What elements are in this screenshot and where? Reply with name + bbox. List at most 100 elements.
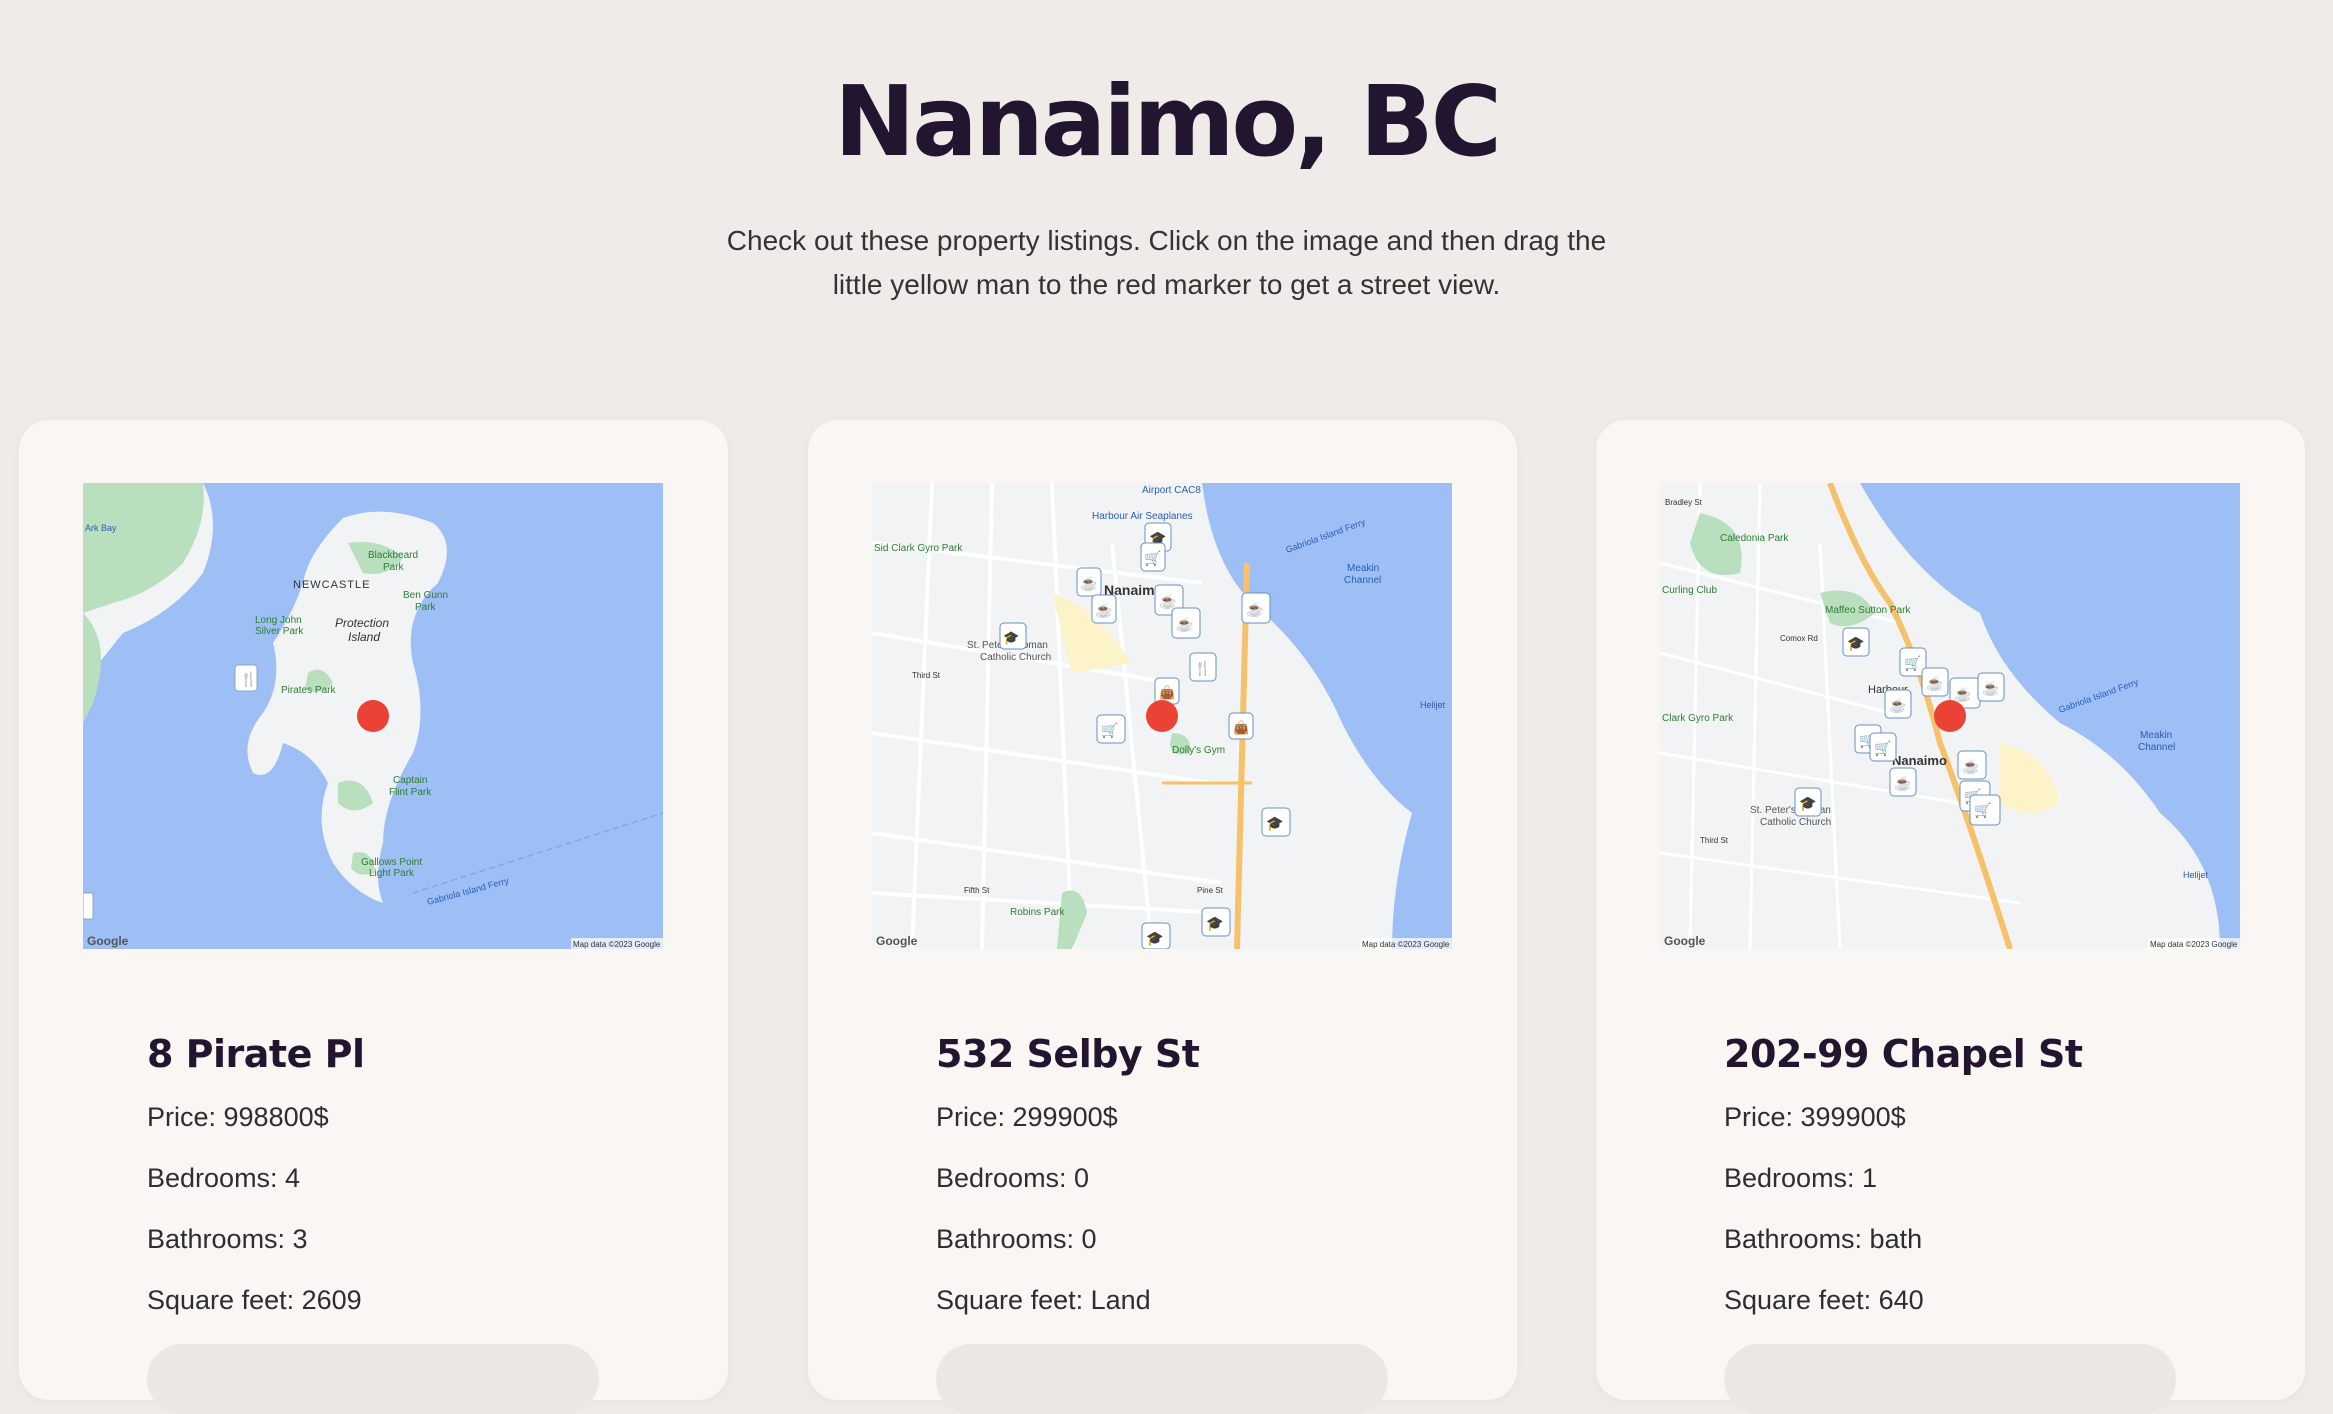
svg-text:Meakin: Meakin (1347, 563, 1379, 574)
google-logo: Google (1664, 934, 1706, 948)
svg-text:Curling Club: Curling Club (1662, 585, 1717, 596)
svg-text:🛒: 🛒 (1101, 722, 1118, 739)
svg-text:🛒: 🛒 (1874, 740, 1891, 757)
red-marker-icon (1934, 700, 1966, 732)
svg-text:Helijet: Helijet (1420, 700, 1446, 710)
svg-text:Blackbeard: Blackbeard (368, 550, 418, 561)
svg-text:Airport CAC8: Airport CAC8 (1142, 485, 1201, 496)
svg-text:Map data ©2023 Google: Map data ©2023 Google (1362, 940, 1450, 949)
map-image[interactable]: NEWCASTLE Blackbeard Park Ben Gunn Park … (83, 483, 663, 949)
svg-text:🎓: 🎓 (1003, 630, 1019, 645)
listing-bedrooms: Bedrooms: 1 (1724, 1163, 1878, 1193)
svg-text:Ben Gunn: Ben Gunn (403, 590, 448, 601)
svg-text:🍴: 🍴 (1194, 660, 1211, 677)
listing-map[interactable]: Bradley St Caledonia Park Curling Club M… (1660, 483, 2240, 949)
listing-sqft: Square feet: Land (936, 1285, 1151, 1315)
svg-text:Fifth St: Fifth St (964, 886, 990, 895)
red-marker-icon (357, 700, 389, 732)
svg-text:Captain: Captain (393, 775, 427, 786)
header: Nanaimo, BC Check out these property lis… (0, 0, 2333, 307)
svg-text:☕: ☕ (1159, 592, 1176, 610)
svg-text:🎓: 🎓 (1799, 795, 1816, 812)
listing-action-button[interactable] (147, 1344, 599, 1414)
svg-text:Light Park: Light Park (369, 868, 415, 879)
svg-text:Park: Park (383, 562, 405, 573)
listing-address: 8 Pirate Pl (147, 1032, 365, 1076)
svg-text:🛒: 🛒 (1974, 802, 1991, 819)
svg-text:Pine St: Pine St (1197, 886, 1224, 895)
svg-text:☕: ☕ (1889, 696, 1906, 714)
listing-card: Airport CAC8 Harbour Air Seaplanes Sid C… (808, 420, 1517, 1414)
svg-text:🎓: 🎓 (1146, 930, 1163, 947)
listing-bathrooms: Bathrooms: bath (1724, 1224, 1923, 1254)
svg-text:Long John: Long John (255, 615, 302, 626)
svg-text:Flint Park: Flint Park (389, 787, 432, 798)
svg-text:☕: ☕ (1095, 601, 1112, 619)
svg-text:Catholic Church: Catholic Church (980, 652, 1051, 663)
svg-text:Channel: Channel (2138, 742, 2175, 753)
listing-sqft: Square feet: 640 (1724, 1285, 1924, 1315)
svg-text:Map data ©2023 Google: Map data ©2023 Google (573, 940, 661, 949)
svg-text:Map data ©2023 Google: Map data ©2023 Google (2150, 940, 2238, 949)
svg-text:🛒: 🛒 (1144, 550, 1161, 567)
svg-text:Third St: Third St (912, 671, 941, 680)
listing-bedrooms: Bedrooms: 4 (147, 1163, 301, 1193)
svg-text:Third St: Third St (1700, 836, 1729, 845)
svg-text:☕: ☕ (1954, 685, 1971, 703)
svg-text:🎓: 🎓 (1847, 635, 1864, 652)
svg-text:☕: ☕ (1246, 600, 1263, 618)
svg-text:Caledonia Park: Caledonia Park (1720, 533, 1789, 544)
listing-map[interactable]: Airport CAC8 Harbour Air Seaplanes Sid C… (872, 483, 1452, 949)
listing-price: Price: 399900$ (1724, 1102, 1906, 1132)
svg-text:Sid Clark Gyro Park: Sid Clark Gyro Park (874, 543, 963, 554)
listing-bathrooms: Bathrooms: 0 (936, 1224, 1097, 1254)
svg-text:Meakin: Meakin (2140, 730, 2172, 741)
listing-map[interactable]: NEWCASTLE Blackbeard Park Ben Gunn Park … (83, 483, 663, 949)
svg-text:Comox Rd: Comox Rd (1780, 634, 1818, 643)
svg-text:Ark Bay: Ark Bay (85, 523, 117, 533)
listing-card: NEWCASTLE Blackbeard Park Ben Gunn Park … (19, 420, 728, 1414)
listing-sqft: Square feet: 2609 (147, 1285, 362, 1315)
svg-text:🍴: 🍴 (240, 671, 257, 688)
map-image[interactable]: Airport CAC8 Harbour Air Seaplanes Sid C… (872, 483, 1452, 949)
svg-text:☕: ☕ (1926, 674, 1943, 692)
svg-text:Dolly's Gym: Dolly's Gym (1172, 745, 1225, 756)
listing-action-button[interactable] (936, 1344, 1388, 1414)
listing-address: 532 Selby St (936, 1032, 1200, 1076)
svg-text:Helijet: Helijet (2183, 870, 2209, 880)
svg-text:Clark Gyro Park: Clark Gyro Park (1662, 713, 1734, 724)
listing-address: 202-99 Chapel St (1724, 1032, 2083, 1076)
svg-text:☕: ☕ (1982, 679, 1999, 697)
svg-text:☕: ☕ (1080, 574, 1097, 592)
listing-bathrooms: Bathrooms: 3 (147, 1224, 308, 1254)
listing-price: Price: 998800$ (147, 1102, 329, 1132)
map-image[interactable]: Bradley St Caledonia Park Curling Club M… (1660, 483, 2240, 949)
svg-text:☕: ☕ (1894, 774, 1911, 792)
svg-text:Protection: Protection (335, 616, 389, 630)
listing-cards: NEWCASTLE Blackbeard Park Ben Gunn Park … (0, 420, 2333, 1414)
svg-text:🎓: 🎓 (1266, 815, 1283, 832)
svg-text:Catholic Church: Catholic Church (1760, 817, 1831, 828)
page-subtitle: Check out these property listings. Click… (726, 224, 1607, 300)
map-label: NEWCASTLE (293, 579, 370, 591)
svg-text:Robins Park: Robins Park (1010, 907, 1065, 918)
listing-price: Price: 299900$ (936, 1102, 1118, 1132)
svg-text:Nanaimo: Nanaimo (1892, 753, 1947, 768)
svg-text:Island: Island (348, 630, 380, 644)
svg-text:☕: ☕ (1176, 615, 1193, 633)
svg-text:Harbour Air Seaplanes: Harbour Air Seaplanes (1092, 511, 1193, 522)
google-logo: Google (87, 934, 129, 948)
page-title: Nanaimo, BC (834, 65, 1502, 178)
svg-text:Maffeo Sutton Park: Maffeo Sutton Park (1825, 605, 1911, 616)
svg-text:👜: 👜 (1233, 720, 1249, 735)
svg-text:🛒: 🛒 (1904, 655, 1921, 672)
svg-text:Silver Park: Silver Park (255, 626, 304, 637)
red-marker-icon (1146, 700, 1178, 732)
svg-text:Channel: Channel (1344, 575, 1381, 586)
svg-text:Bradley St: Bradley St (1665, 498, 1703, 507)
svg-text:Park: Park (415, 602, 437, 613)
svg-text:👜: 👜 (1159, 685, 1175, 700)
svg-text:☕: ☕ (1962, 757, 1979, 775)
listing-action-button[interactable] (1724, 1344, 2176, 1414)
listing-bedrooms: Bedrooms: 0 (936, 1163, 1090, 1193)
